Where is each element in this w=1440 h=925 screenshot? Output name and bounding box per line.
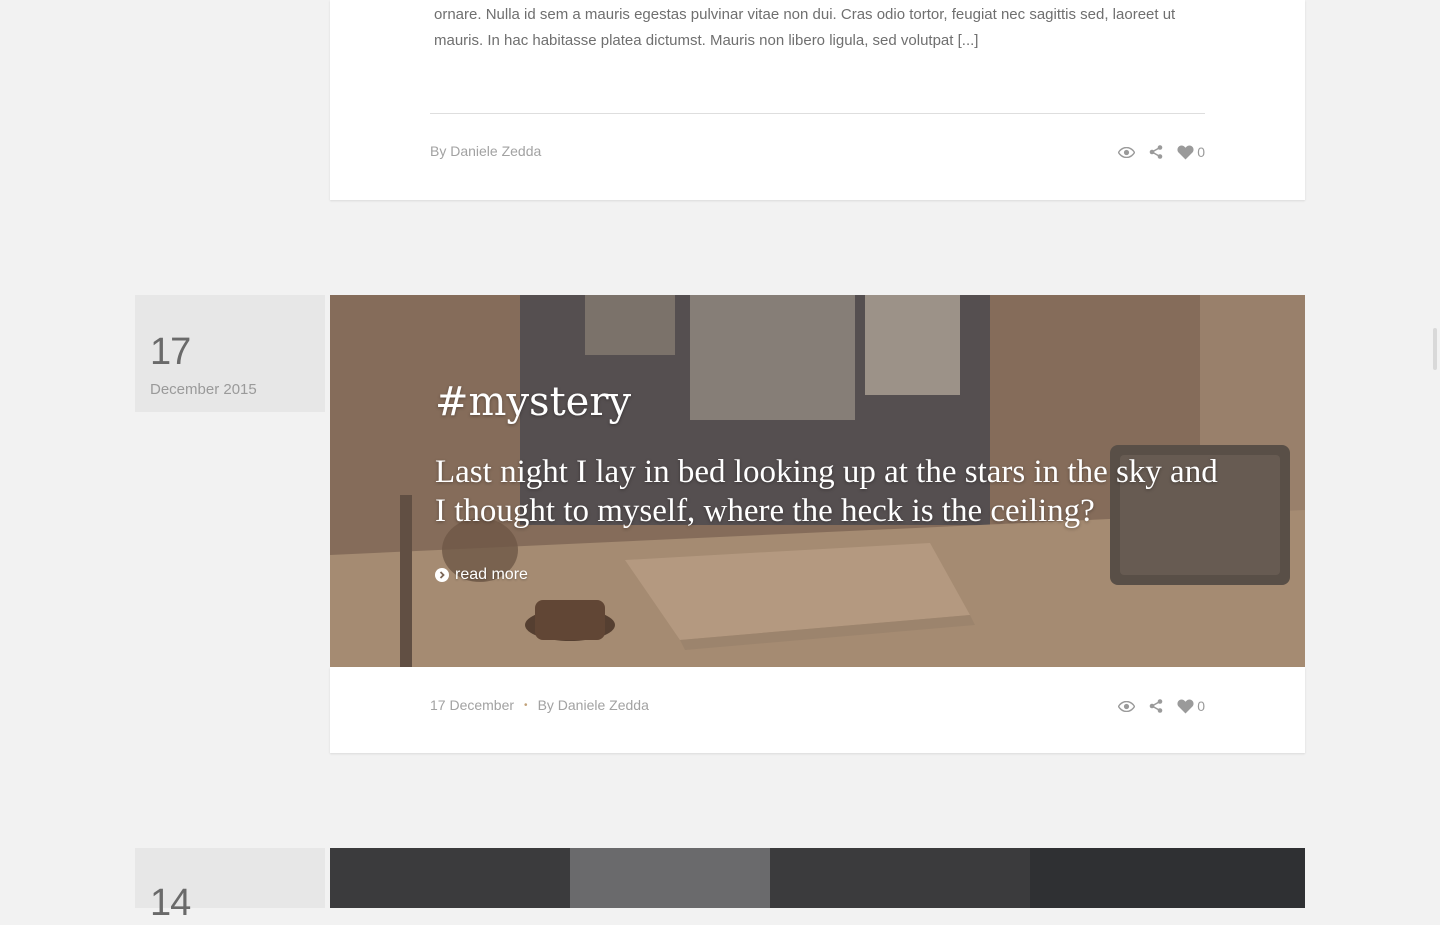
post-meta-card: 17 December • By Daniele Zedda 0: [330, 667, 1305, 753]
chevron-right-circle-icon: [435, 568, 449, 582]
date-day: 14: [150, 882, 191, 924]
like-button[interactable]: 0: [1177, 698, 1205, 714]
post-excerpt: ornare. Nulla id sem a mauris egestas pu…: [434, 6, 1176, 49]
bookshelf-photo-illustration: [330, 848, 1305, 908]
like-count: 0: [1197, 144, 1205, 160]
share-icon[interactable]: [1149, 699, 1163, 713]
date-month: December 2015: [150, 381, 257, 398]
post-meta-date: 17 December: [430, 697, 515, 713]
post-author[interactable]: By Daniele Zedda: [538, 697, 649, 713]
post-date-box: 17 December 2015: [135, 295, 325, 412]
read-more-label: read more: [455, 566, 528, 583]
date-day: 17: [150, 331, 191, 373]
scrollbar-thumb[interactable]: [1433, 328, 1437, 370]
eye-icon[interactable]: [1118, 146, 1136, 158]
post-meta: 17 December • By Daniele Zedda: [430, 697, 649, 713]
post-quote: Last night I lay in bed looking up at th…: [435, 454, 1218, 529]
post-hero-image[interactable]: #mystery Last night I lay in bed looking…: [330, 295, 1305, 667]
like-button[interactable]: 0: [1177, 144, 1205, 160]
like-count: 0: [1197, 698, 1205, 714]
share-icon[interactable]: [1149, 145, 1163, 159]
post-hero-image[interactable]: [330, 848, 1305, 908]
card-divider: [430, 113, 1205, 114]
post-card-previous: ornare. Nulla id sem a mauris egestas pu…: [330, 0, 1305, 200]
post-actions: 0: [1118, 698, 1205, 714]
eye-icon[interactable]: [1118, 700, 1136, 712]
heart-icon: [1177, 145, 1194, 160]
heart-icon: [1177, 699, 1194, 714]
post-date-box: 14: [135, 848, 325, 924]
post-tag-title[interactable]: #mystery: [435, 379, 631, 425]
post-author[interactable]: By Daniele Zedda: [430, 143, 541, 159]
read-more-link[interactable]: read more: [435, 566, 528, 584]
meta-separator: •: [524, 699, 528, 711]
post-actions: 0: [1118, 144, 1205, 160]
